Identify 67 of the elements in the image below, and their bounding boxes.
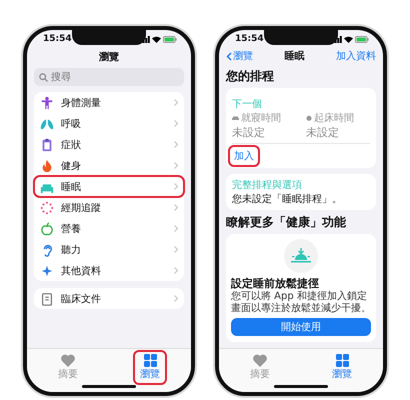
- chevron-icon: [174, 183, 178, 190]
- category-icon: [40, 158, 54, 172]
- add-data-button[interactable]: 加入資料: [336, 49, 376, 63]
- grid-icon: [144, 354, 156, 367]
- category-icon: [40, 116, 54, 130]
- chevron-icon: [174, 295, 178, 302]
- status-time: 15:54: [235, 34, 264, 44]
- category-row[interactable]: 症狀: [34, 134, 184, 155]
- section-heading: 您的排程: [226, 68, 275, 85]
- chevron-icon: [174, 204, 178, 211]
- slot-label: 起床時間: [306, 111, 370, 125]
- wifi-icon: [344, 36, 353, 42]
- chevron-icon: [174, 246, 178, 253]
- category-icon: [40, 200, 54, 214]
- chevron-icon: [174, 162, 178, 169]
- category-icon: [40, 96, 54, 110]
- add-link[interactable]: 加入: [230, 147, 258, 165]
- back-button[interactable]: 瀏覽: [226, 49, 253, 63]
- category-row[interactable]: 身體測量: [34, 92, 184, 113]
- category-row[interactable]: 健身: [34, 155, 184, 176]
- signal-icon: [140, 36, 150, 42]
- chevron-icon: [174, 267, 178, 274]
- home-indicator: [274, 385, 328, 388]
- grid-icon: [336, 354, 348, 367]
- category-row[interactable]: 聽力: [34, 239, 184, 260]
- category-icon: [40, 222, 54, 236]
- chevron-icon: [174, 99, 178, 106]
- section-heading: 瞭解更多「健康」功能: [226, 214, 347, 231]
- options-card[interactable]: 完整排程與選項 您未設定「睡眠排程」。: [226, 174, 376, 210]
- search-icon: [39, 72, 48, 82]
- search-field[interactable]: 搜尋: [34, 68, 184, 86]
- sunrise-icon: [284, 239, 318, 273]
- options-text: 您未設定「睡眠排程」。: [232, 192, 343, 206]
- shortcut-title: 設定睡前放鬆捷徑: [231, 276, 319, 290]
- category-icon: [40, 292, 54, 306]
- bed-icon: [232, 116, 239, 120]
- options-title: 完整排程與選項: [232, 178, 303, 192]
- chevron-icon: [174, 120, 178, 127]
- battery-icon: [355, 36, 369, 42]
- chevron-icon: [174, 141, 178, 148]
- wifi-icon: [152, 36, 161, 42]
- category-icon: [40, 138, 54, 152]
- screen-title: 睡眠: [284, 50, 304, 63]
- category-row[interactable]: 營養: [34, 218, 184, 239]
- back-chevron-icon: [226, 52, 232, 60]
- category-icon: [40, 264, 54, 278]
- heart-icon: [253, 354, 267, 367]
- chevron-icon: [174, 225, 178, 232]
- slot-label: 就寢時間: [232, 111, 296, 125]
- category-row[interactable]: 呼吸: [34, 113, 184, 134]
- screen-title: 瀏覽: [99, 50, 119, 64]
- heart-icon: [61, 354, 75, 367]
- battery-icon: [163, 36, 177, 42]
- slot-value: 未設定: [232, 125, 266, 140]
- category-row[interactable]: 睡眠: [34, 176, 184, 197]
- signal-icon: [332, 36, 342, 42]
- status-time: 15:54: [43, 34, 72, 44]
- shortcut-description: 您可以將 App 和捷徑加入鎖定畫面以專注於放鬆並減少干擾。: [231, 291, 371, 314]
- tab[interactable]: 瀏覽: [135, 352, 165, 383]
- category-row[interactable]: 臨床文件: [34, 288, 184, 309]
- get-started-button[interactable]: 開始使用: [231, 318, 371, 336]
- tab[interactable]: 瀏覽: [327, 352, 357, 383]
- next-label: 下一個: [232, 99, 262, 110]
- category-row[interactable]: 其他資料: [34, 260, 184, 281]
- slot-value: 未設定: [306, 125, 340, 140]
- home-indicator: [82, 385, 136, 388]
- category-row[interactable]: 經期追蹤: [34, 197, 184, 218]
